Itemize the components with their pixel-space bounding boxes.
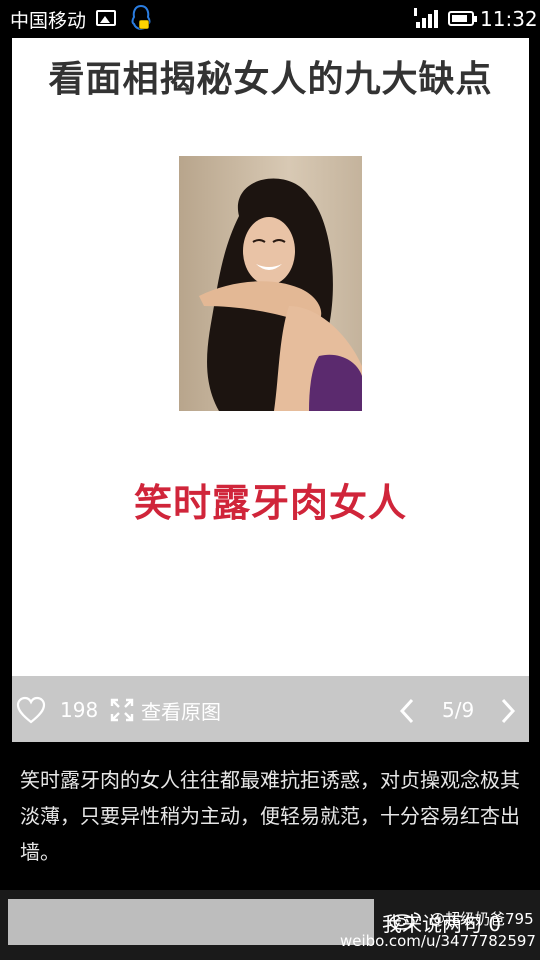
watermark-url: weibo.com/u/3477782597 [340,932,536,950]
photo-caption: 笑时露牙肉女人 [133,481,407,525]
image-description: 笑时露牙肉的女人往往都最难抗拒诱惑，对贞操观念极其淡薄，只要异性稍为主动，便轻易… [20,768,520,864]
status-bar: 中国移动 11:32 [0,0,540,38]
action-bar: 198 查看原图 5/9 [12,676,529,742]
woman-smiling-photo [179,156,362,411]
image-notification-icon [96,10,116,26]
expand-icon[interactable] [110,698,134,722]
comment-input[interactable] [8,899,374,945]
battery-icon [448,11,477,26]
signal-strength-icon [414,8,438,28]
view-original-button[interactable]: 查看原图 [141,696,221,725]
qq-notification-icon [131,4,151,31]
status-time: 11:32 [480,7,538,31]
like-count: 198 [60,698,99,722]
watermark-user: @超级奶爸795 [430,910,534,928]
chevron-right-icon[interactable] [499,698,517,724]
carrier-name: 中国移动 [10,10,87,32]
image-title-text: 看面相揭秘女人的九大缺点 [48,59,493,100]
image-card[interactable]: 看面相揭秘女人的九大缺点 笑时露牙肉女人 [12,38,529,676]
chevron-left-icon[interactable] [398,698,416,724]
heart-icon[interactable] [16,696,46,724]
weibo-logo-icon [389,912,421,930]
page-indicator: 5/9 [442,698,475,722]
